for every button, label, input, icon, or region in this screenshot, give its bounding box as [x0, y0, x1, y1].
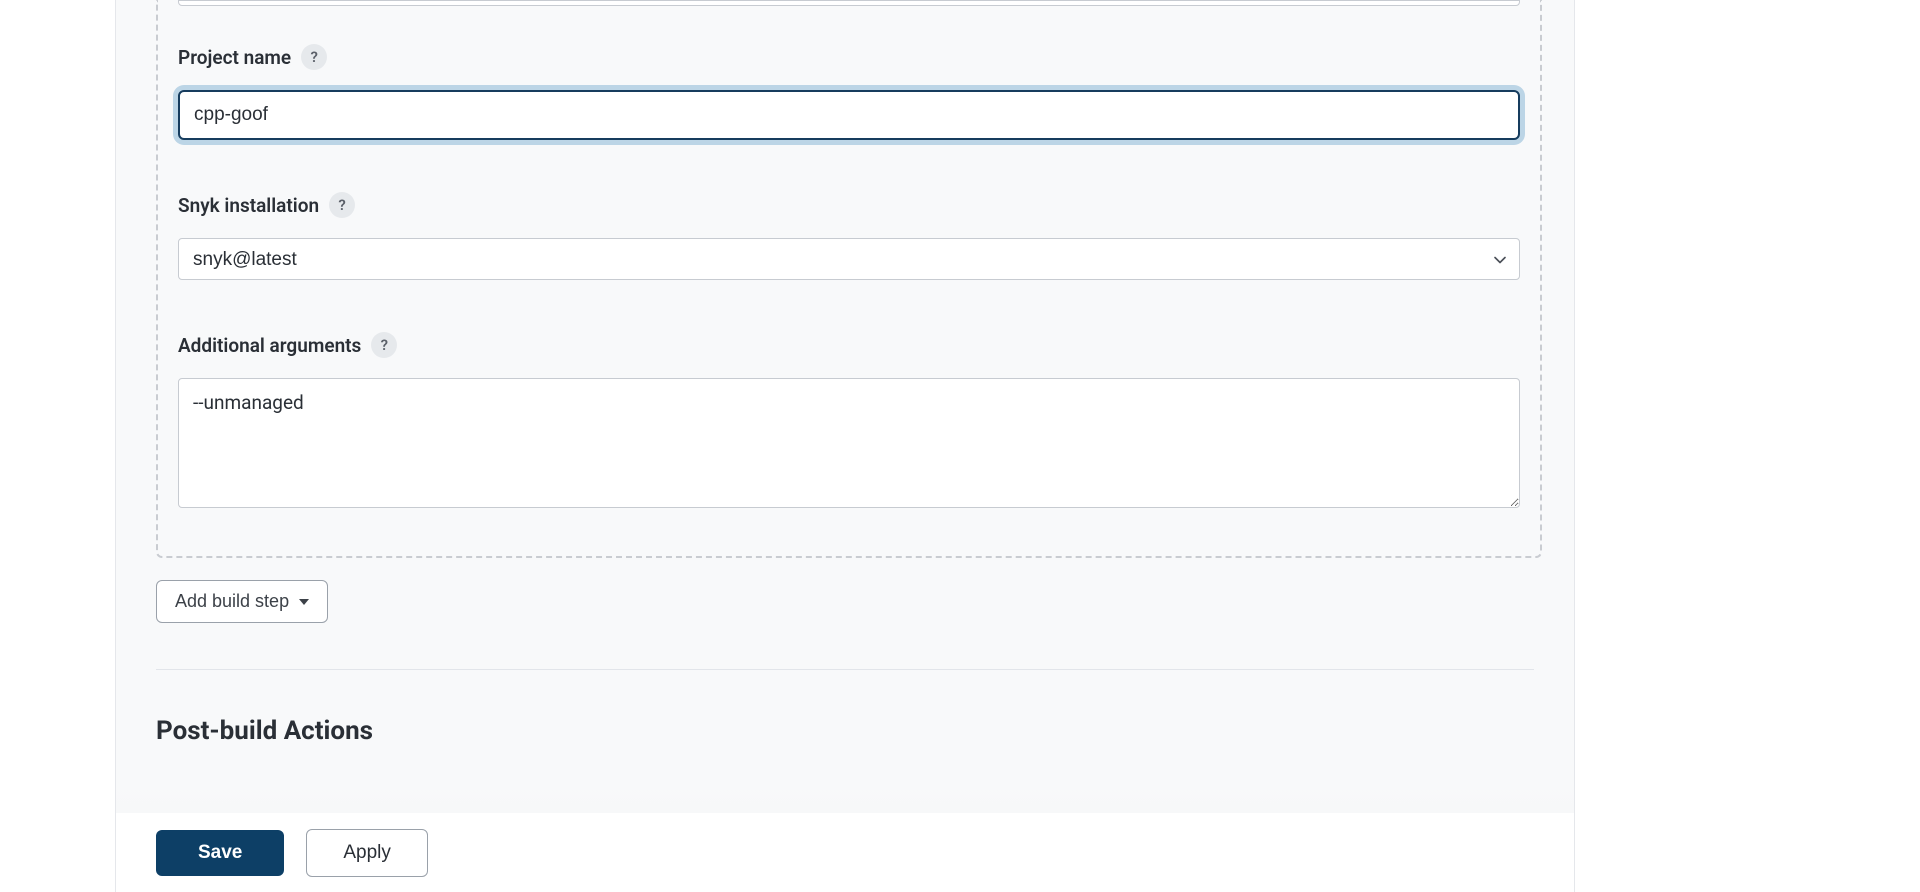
section-divider	[156, 669, 1534, 670]
build-step-section: Project name ? Snyk installation ? snyk@…	[156, 0, 1542, 558]
snyk-installation-select[interactable]: snyk@latest	[178, 238, 1520, 280]
snyk-installation-select-wrap: snyk@latest	[178, 238, 1520, 280]
help-icon[interactable]: ?	[329, 192, 355, 218]
additional-arguments-input[interactable]: --unmanaged	[178, 378, 1520, 508]
caret-down-icon	[299, 599, 309, 605]
additional-arguments-label-row: Additional arguments ?	[178, 332, 1520, 358]
page-container: Project name ? Snyk installation ? snyk@…	[0, 0, 1920, 892]
main-panel: Project name ? Snyk installation ? snyk@…	[115, 0, 1575, 892]
project-name-label: Project name	[178, 46, 291, 69]
snyk-installation-block: Snyk installation ? snyk@latest	[178, 192, 1520, 280]
project-name-label-row: Project name ?	[178, 44, 1520, 70]
save-button[interactable]: Save	[156, 830, 284, 876]
snyk-installation-label: Snyk installation	[178, 194, 319, 217]
project-name-input[interactable]	[178, 90, 1520, 140]
help-icon[interactable]: ?	[301, 44, 327, 70]
help-icon[interactable]: ?	[371, 332, 397, 358]
add-build-step-row: Add build step	[156, 580, 1574, 623]
project-name-block: Project name ?	[178, 44, 1520, 140]
footer-bar: Save Apply	[116, 812, 1574, 892]
add-build-step-label: Add build step	[175, 591, 289, 612]
post-build-heading: Post-build Actions	[156, 716, 1574, 746]
add-build-step-button[interactable]: Add build step	[156, 580, 328, 623]
additional-arguments-block: Additional arguments ? --unmanaged	[178, 332, 1520, 512]
apply-button[interactable]: Apply	[306, 829, 428, 877]
snyk-installation-label-row: Snyk installation ?	[178, 192, 1520, 218]
truncated-input	[178, 0, 1520, 6]
previous-field-partial	[178, 0, 1520, 6]
additional-arguments-label: Additional arguments	[178, 334, 361, 357]
